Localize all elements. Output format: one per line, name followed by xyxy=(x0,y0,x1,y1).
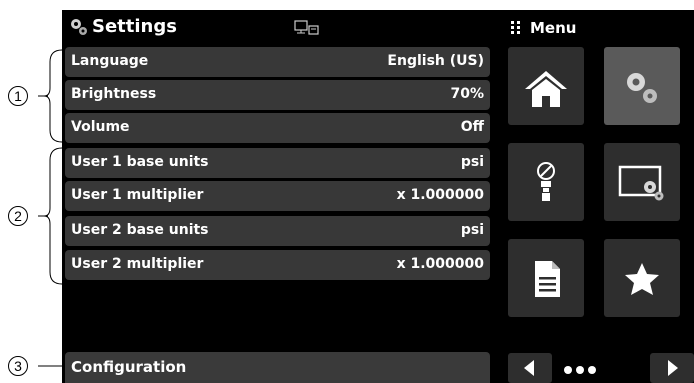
document-icon xyxy=(535,261,560,297)
remote-connection-icon xyxy=(294,20,319,35)
favorites-tile[interactable] xyxy=(604,239,680,317)
setting-label: Brightness xyxy=(71,86,157,102)
arrow-left-icon xyxy=(524,360,534,376)
page-indicator-dots xyxy=(564,366,596,374)
configuration-label: Configuration xyxy=(71,358,187,376)
setting-row-language[interactable]: Language English (US) xyxy=(65,47,490,77)
monitor-settings-tile[interactable] xyxy=(604,143,680,221)
setting-label: Language xyxy=(71,53,149,69)
callout-2: 2 xyxy=(8,206,28,226)
menu-header[interactable]: Menu xyxy=(498,10,694,46)
setting-row-brightness[interactable]: Brightness 70% xyxy=(65,80,490,110)
settings-tile[interactable] xyxy=(604,47,680,125)
document-tile[interactable] xyxy=(508,239,584,317)
setting-label: User 2 base units xyxy=(71,222,209,238)
setting-label: User 1 multiplier xyxy=(71,187,204,203)
menu-label: Menu xyxy=(530,19,577,37)
page-title: Settings xyxy=(92,16,177,37)
setting-row-user2-base-units[interactable]: User 2 base units psi xyxy=(65,216,490,246)
setting-row-user1-multiplier[interactable]: User 1 multiplier x 1.000000 xyxy=(65,181,490,211)
menu-grid-icon xyxy=(511,21,520,34)
setting-value: x 1.000000 xyxy=(396,187,484,203)
device-screen: Settings Menu Language English (US) Brig… xyxy=(62,10,694,383)
setting-label: User 1 base units xyxy=(71,154,209,170)
home-tile[interactable] xyxy=(508,47,584,125)
home-icon xyxy=(525,71,567,107)
setting-row-volume[interactable]: Volume Off xyxy=(65,113,490,143)
setting-row-user1-base-units[interactable]: User 1 base units psi xyxy=(65,148,490,178)
gears-icon xyxy=(627,73,657,103)
setting-value: 70% xyxy=(450,86,484,102)
setting-value: English (US) xyxy=(387,53,484,69)
next-page-button[interactable] xyxy=(650,353,694,383)
callout-3: 3 xyxy=(8,356,28,376)
title-bar: Settings xyxy=(62,10,492,46)
callout-1: 1 xyxy=(8,86,28,106)
previous-page-button[interactable] xyxy=(508,353,552,383)
setting-label: User 2 multiplier xyxy=(71,256,204,272)
sensor-icon xyxy=(537,162,555,201)
configuration-bar[interactable]: Configuration xyxy=(65,352,490,383)
setting-label: Volume xyxy=(71,119,130,135)
setting-value: Off xyxy=(460,119,484,135)
setting-value: psi xyxy=(460,154,484,170)
sensor-tile[interactable] xyxy=(508,143,584,221)
arrow-right-icon xyxy=(668,360,678,376)
setting-value: psi xyxy=(460,222,484,238)
star-icon xyxy=(625,263,659,295)
monitor-settings-icon xyxy=(618,165,664,201)
setting-value: x 1.000000 xyxy=(396,256,484,272)
settings-gears-icon xyxy=(71,19,87,35)
setting-row-user2-multiplier[interactable]: User 2 multiplier x 1.000000 xyxy=(65,250,490,280)
